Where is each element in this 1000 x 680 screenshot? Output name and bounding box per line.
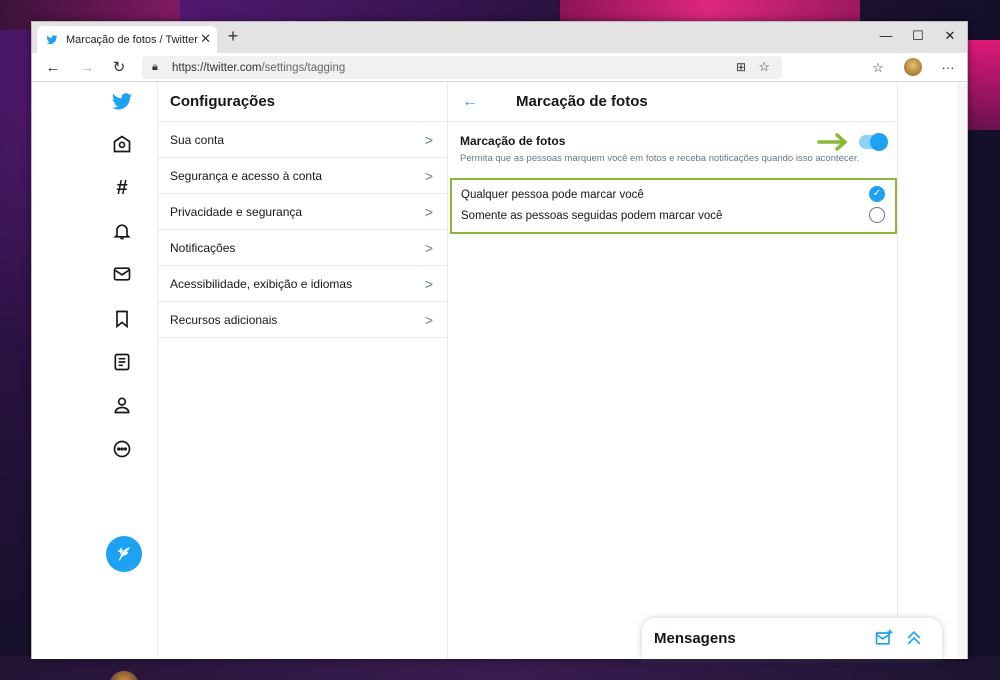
favorites-icon[interactable]: ☆ — [868, 58, 888, 78]
home-icon[interactable] — [110, 132, 134, 156]
background-floor — [0, 656, 1000, 680]
menu-item-privacidade[interactable]: Privacidade e segurança > — [158, 194, 447, 230]
more-options-icon[interactable] — [110, 437, 134, 461]
panel-title: Marcação de fotos — [516, 93, 648, 110]
refresh-icon[interactable]: ↻ — [108, 57, 130, 79]
feather-plus-icon — [118, 547, 130, 561]
expand-chevron-up-icon[interactable] — [904, 628, 924, 648]
chevron-right-icon: > — [424, 311, 433, 328]
background-neon-sign — [560, 0, 860, 22]
twitter-favicon-icon — [46, 34, 58, 44]
profile-avatar-icon[interactable] — [904, 58, 922, 76]
menu-item-label: Acessibilidade, exibição e idiomas — [170, 276, 353, 291]
app-available-icon[interactable]: ⊞ — [736, 60, 746, 74]
option-label: Qualquer pessoa pode marcar você — [461, 188, 644, 201]
browser-tab[interactable]: Marcação de fotos / Twitter ✕ — [37, 26, 217, 53]
tab-close-icon[interactable]: ✕ — [200, 31, 211, 47]
add-favorite-icon[interactable]: ☆ — [758, 59, 770, 75]
url-field[interactable]: 🔒︎ https://twitter.com/settings/tagging … — [142, 56, 782, 79]
page-content: # Configurações Sua conta > Segurança e … — [32, 82, 967, 680]
menu-item-label: Sua conta — [170, 132, 225, 147]
url-host: https://twitter.com — [172, 61, 262, 74]
settings-menu: Configurações Sua conta > Segurança e ace… — [157, 82, 448, 659]
background-neon-right — [966, 40, 1000, 130]
bookmarks-icon[interactable] — [110, 307, 134, 331]
new-message-icon[interactable] — [874, 628, 894, 648]
menu-item-sua-conta[interactable]: Sua conta > — [158, 122, 447, 158]
chevron-right-icon: > — [424, 203, 433, 220]
menu-item-seguranca[interactable]: Segurança e acesso à conta > — [158, 158, 447, 194]
chevron-right-icon: > — [424, 167, 433, 184]
menu-item-recursos[interactable]: Recursos adicionais > — [158, 302, 447, 338]
profile-icon[interactable] — [110, 393, 134, 417]
back-arrow-icon[interactable]: ← — [462, 93, 502, 111]
messages-drawer[interactable]: Mensagens — [642, 618, 942, 659]
chevron-right-icon: > — [424, 131, 433, 148]
green-arrow-icon — [817, 133, 848, 151]
chevron-right-icon: > — [424, 275, 433, 292]
menu-item-label: Privacidade e segurança — [170, 204, 303, 219]
scrollbar[interactable] — [957, 82, 967, 659]
radio-unchecked-icon[interactable] — [869, 207, 885, 223]
compose-tweet-button[interactable] — [106, 536, 142, 572]
option-anyone[interactable]: Qualquer pessoa pode marcar você ✓ — [452, 184, 895, 205]
menu-item-notificacoes[interactable]: Notificações > — [158, 230, 447, 266]
explore-hashtag-icon[interactable]: # — [110, 176, 134, 200]
browser-window: Marcação de fotos / Twitter ✕ + — ☐ ✕ ← … — [31, 21, 968, 680]
photo-tagging-setting: Marcação de fotos Permita que as pessoas… — [448, 122, 897, 178]
settings-title: Configurações — [158, 82, 447, 122]
new-tab-icon[interactable]: + — [222, 26, 244, 47]
maximize-icon[interactable]: ☐ — [902, 22, 934, 53]
photo-tagging-panel: ← Marcação de fotos Marcação de fotos Pe… — [448, 82, 898, 659]
chevron-right-icon: > — [424, 239, 433, 256]
url-path: /settings/tagging — [261, 61, 346, 74]
photo-tagging-toggle[interactable] — [859, 133, 888, 151]
tab-bar: Marcação de fotos / Twitter ✕ + — ☐ ✕ — [32, 22, 967, 53]
twitter-logo-icon[interactable] — [110, 90, 134, 114]
lists-icon[interactable] — [110, 350, 134, 374]
close-window-icon[interactable]: ✕ — [934, 22, 966, 53]
panel-header: ← Marcação de fotos — [448, 82, 897, 122]
menu-item-acessibilidade[interactable]: Acessibilidade, exibição e idiomas > — [158, 266, 447, 302]
option-label: Somente as pessoas seguidas podem marcar… — [461, 209, 723, 222]
notifications-bell-icon[interactable] — [110, 219, 134, 243]
menu-item-label: Notificações — [170, 240, 236, 255]
left-navigation: # — [92, 82, 157, 659]
messages-envelope-icon[interactable] — [110, 262, 134, 286]
minimize-icon[interactable]: — — [870, 22, 902, 53]
lock-icon: 🔒︎ — [152, 61, 158, 73]
tab-title: Marcação de fotos / Twitter — [66, 33, 198, 46]
tagging-options: Qualquer pessoa pode marcar você ✓ Somen… — [450, 178, 897, 234]
setting-description: Permita que as pessoas marquem você em f… — [460, 153, 860, 164]
radio-checked-icon[interactable]: ✓ — [869, 186, 885, 202]
toggle-knob — [870, 133, 888, 151]
address-bar: ← → ↻ 🔒︎ https://twitter.com/settings/ta… — [32, 53, 967, 82]
menu-item-label: Recursos adicionais — [170, 312, 278, 327]
more-menu-icon[interactable]: ··· — [938, 58, 958, 78]
option-followed-only[interactable]: Somente as pessoas seguidas podem marcar… — [452, 205, 895, 226]
back-icon[interactable]: ← — [42, 57, 64, 79]
messages-title: Mensagens — [654, 630, 736, 647]
forward-icon[interactable]: → — [76, 57, 98, 79]
menu-item-label: Segurança e acesso à conta — [170, 168, 323, 183]
